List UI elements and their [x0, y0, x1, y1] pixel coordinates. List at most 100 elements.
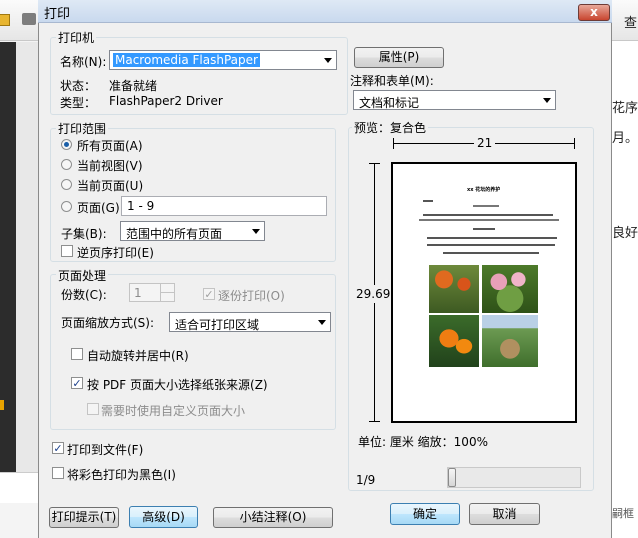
subset-select[interactable]: 范围中的所有页面 [120, 221, 265, 241]
printer-type-label: 类型： [60, 96, 97, 110]
cancel-button[interactable]: 取消 [469, 503, 540, 525]
preview-text-line [473, 228, 495, 230]
chevron-down-icon [318, 320, 326, 325]
subset-label: 子集(B): [61, 227, 107, 241]
color-as-black-label[interactable]: 将彩色打印为黑色(I) [67, 466, 176, 483]
color-as-black-checkbox[interactable] [52, 467, 64, 479]
collate-checkbox[interactable]: ✓ [203, 288, 215, 300]
pages-label[interactable]: 页面(G) [77, 199, 120, 216]
background-app-right [612, 0, 638, 538]
dialog-title: 打印 [44, 7, 71, 22]
background-text: 嗣框 [612, 507, 634, 520]
current-view-label[interactable]: 当前视图(V) [77, 157, 143, 174]
height-dimension-tick-bottom [369, 421, 380, 422]
background-marker [0, 400, 4, 410]
all-pages-radio[interactable] [61, 139, 72, 150]
pages-range-value: 1 - 9 [127, 199, 155, 213]
preview-text-line [423, 214, 553, 216]
dialog-titlebar[interactable] [38, 0, 612, 23]
auto-rotate-label[interactable]: 自动旋转并居中(R) [87, 347, 189, 364]
properties-button[interactable]: 属性(P) [354, 47, 444, 68]
preview-image-flowers-4 [482, 315, 538, 367]
printer-status-value: 准备就绪 [109, 79, 158, 93]
scaling-select[interactable]: 适合可打印区域 [169, 312, 331, 332]
summarize-comments-label: 小结注释(O) [239, 510, 307, 524]
ok-label: 确定 [412, 507, 437, 521]
printer-name-select[interactable]: Macromedia FlashPaper [109, 50, 337, 70]
printer-group-label: 打印机 [56, 29, 97, 46]
printer-icon [22, 13, 36, 25]
page-slider-thumb[interactable] [448, 468, 456, 487]
advanced-button[interactable]: 高级(D) [129, 506, 198, 528]
preview-label: 预览：复合色 [352, 119, 429, 136]
spinner-up-icon [160, 284, 174, 293]
page-indicator: 1/9 [356, 473, 376, 487]
summarize-comments-button[interactable]: 小结注释(O) [213, 507, 333, 528]
comments-forms-select[interactable]: 文档和标记 [353, 90, 556, 110]
advanced-label: 高级(D) [142, 510, 185, 524]
comments-forms-label: 注释和表单(M): [350, 74, 434, 88]
width-dimension-tick-left [393, 138, 394, 149]
pdf-page-size-label[interactable]: 按 PDF 页面大小选择纸张来源(Z) [87, 376, 268, 393]
preview-text-line [419, 219, 559, 221]
width-dimension-value: 21 [474, 136, 496, 150]
preview-text-line [427, 237, 557, 239]
preview-image-flowers-2 [482, 265, 538, 313]
current-page-label[interactable]: 当前页面(U) [77, 177, 143, 194]
preview-text-line [443, 252, 539, 254]
copies-value: 1 [134, 286, 142, 300]
background-scrollbar[interactable] [0, 472, 38, 503]
pages-range-input[interactable]: 1 - 9 [121, 196, 327, 216]
reverse-pages-checkbox[interactable] [61, 245, 73, 257]
print-tips-label: 打印提示(T) [51, 510, 117, 524]
height-dimension-value: 29.69 [356, 285, 391, 303]
print-range-label: 打印范围 [56, 120, 109, 137]
auto-rotate-checkbox[interactable] [71, 348, 83, 360]
printer-status-label: 状态： [60, 79, 97, 93]
page-preview: xx 花坛的养护 [391, 162, 577, 423]
background-strip [16, 42, 38, 472]
units-zoom-text: 单位: 厘米 缩放：100% [358, 435, 488, 449]
current-view-radio[interactable] [61, 159, 72, 170]
all-pages-label[interactable]: 所有页面(A) [77, 137, 143, 154]
page-handling-label: 页面处理 [56, 267, 109, 284]
copies-spinner[interactable]: 1 [129, 283, 175, 302]
pdf-page-size-checkbox[interactable]: ✓ [71, 377, 83, 389]
background-text: 月。 [612, 131, 638, 146]
preview-image-flowers-3 [429, 315, 479, 367]
printer-name-value: Macromedia FlashPaper [113, 53, 260, 67]
subset-value: 范围中的所有页面 [126, 227, 223, 241]
scaling-label: 页面缩放方式(S): [61, 316, 155, 330]
preview-text-line [427, 244, 555, 246]
close-button[interactable]: x [578, 4, 610, 21]
collate-label[interactable]: 逐份打印(O) [218, 287, 285, 304]
custom-page-size-label[interactable]: 需要时使用自定义页面大小 [101, 402, 245, 419]
printer-name-label: 名称(N): [60, 55, 107, 69]
print-tips-button[interactable]: 打印提示(T) [49, 507, 119, 528]
cancel-label: 取消 [492, 507, 517, 521]
preview-doc-title: xx 花坛的养护 [467, 187, 501, 193]
current-page-radio[interactable] [61, 179, 72, 190]
reverse-pages-label[interactable]: 逆页序打印(E) [77, 244, 154, 261]
preview-text-line [423, 200, 433, 202]
background-text: 良好 [612, 226, 638, 241]
pages-radio[interactable] [61, 201, 72, 212]
background-toolbar-left [0, 0, 38, 41]
printer-type-value: FlashPaper2 Driver [109, 94, 223, 108]
folder-icon [0, 14, 10, 26]
preview-image-flowers-1 [429, 265, 479, 313]
height-dimension-tick-top [369, 163, 380, 164]
spinner-down-icon [160, 293, 174, 301]
page-slider[interactable] [447, 467, 581, 488]
chevron-down-icon [324, 58, 332, 63]
comments-forms-value: 文档和标记 [359, 96, 420, 110]
copies-label: 份数(C): [61, 288, 107, 302]
properties-button-label: 属性(P) [378, 50, 420, 64]
background-text: 查 [624, 16, 638, 31]
print-to-file-label[interactable]: 打印到文件(F) [67, 441, 143, 458]
ok-button[interactable]: 确定 [390, 503, 460, 525]
print-to-file-checkbox[interactable]: ✓ [52, 442, 64, 454]
custom-page-size-checkbox[interactable] [87, 403, 99, 415]
scaling-value: 适合可打印区域 [175, 318, 260, 332]
chevron-down-icon [543, 98, 551, 103]
